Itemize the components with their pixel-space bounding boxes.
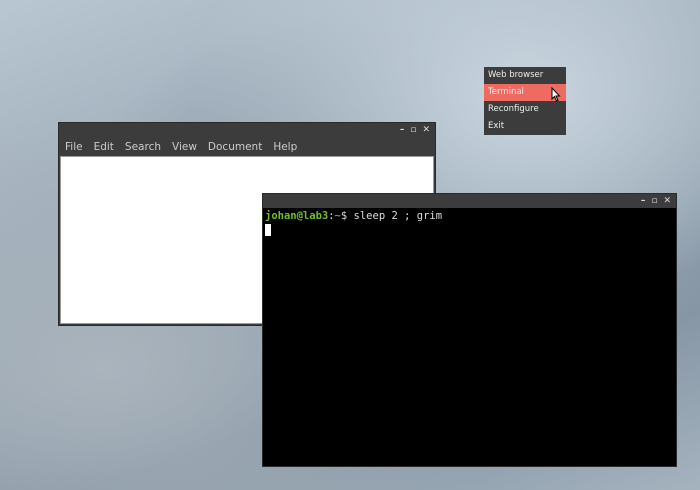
menu-document[interactable]: Document: [208, 141, 268, 153]
menu-item-reconfigure[interactable]: Reconfigure: [484, 101, 566, 118]
terminal-output[interactable]: johan@lab3:~$ sleep 2 ; grim: [263, 208, 676, 466]
command-text: sleep 2 ; grim: [353, 210, 443, 222]
editor-menubar: File Edit Search View Document Help: [59, 137, 435, 156]
terminal-titlebar[interactable]: – ▫ ✕: [263, 194, 676, 208]
menu-edit[interactable]: Edit: [94, 141, 120, 153]
close-button[interactable]: ✕: [422, 123, 430, 137]
prompt-user-host: johan@lab3: [265, 210, 329, 222]
editor-titlebar[interactable]: – ▫ ✕: [59, 123, 435, 137]
maximize-button[interactable]: ▫: [651, 194, 657, 208]
terminal-window: – ▫ ✕ johan@lab3:~$ sleep 2 ; grim: [262, 193, 677, 467]
menu-item-web-browser[interactable]: Web browser: [484, 67, 566, 84]
close-button[interactable]: ✕: [663, 194, 671, 208]
terminal-line: johan@lab3:~$ sleep 2 ; grim: [265, 210, 674, 222]
prompt-end: $: [340, 210, 354, 222]
menu-search[interactable]: Search: [125, 141, 167, 153]
maximize-button[interactable]: ▫: [410, 123, 416, 137]
menu-file[interactable]: File: [65, 141, 89, 153]
menu-view[interactable]: View: [172, 141, 203, 153]
minimize-button[interactable]: –: [641, 194, 646, 208]
mouse-pointer-icon: [551, 87, 561, 102]
minimize-button[interactable]: –: [400, 123, 405, 137]
menu-item-exit[interactable]: Exit: [484, 118, 566, 135]
terminal-cursor: [265, 224, 271, 236]
menu-help[interactable]: Help: [273, 141, 303, 153]
